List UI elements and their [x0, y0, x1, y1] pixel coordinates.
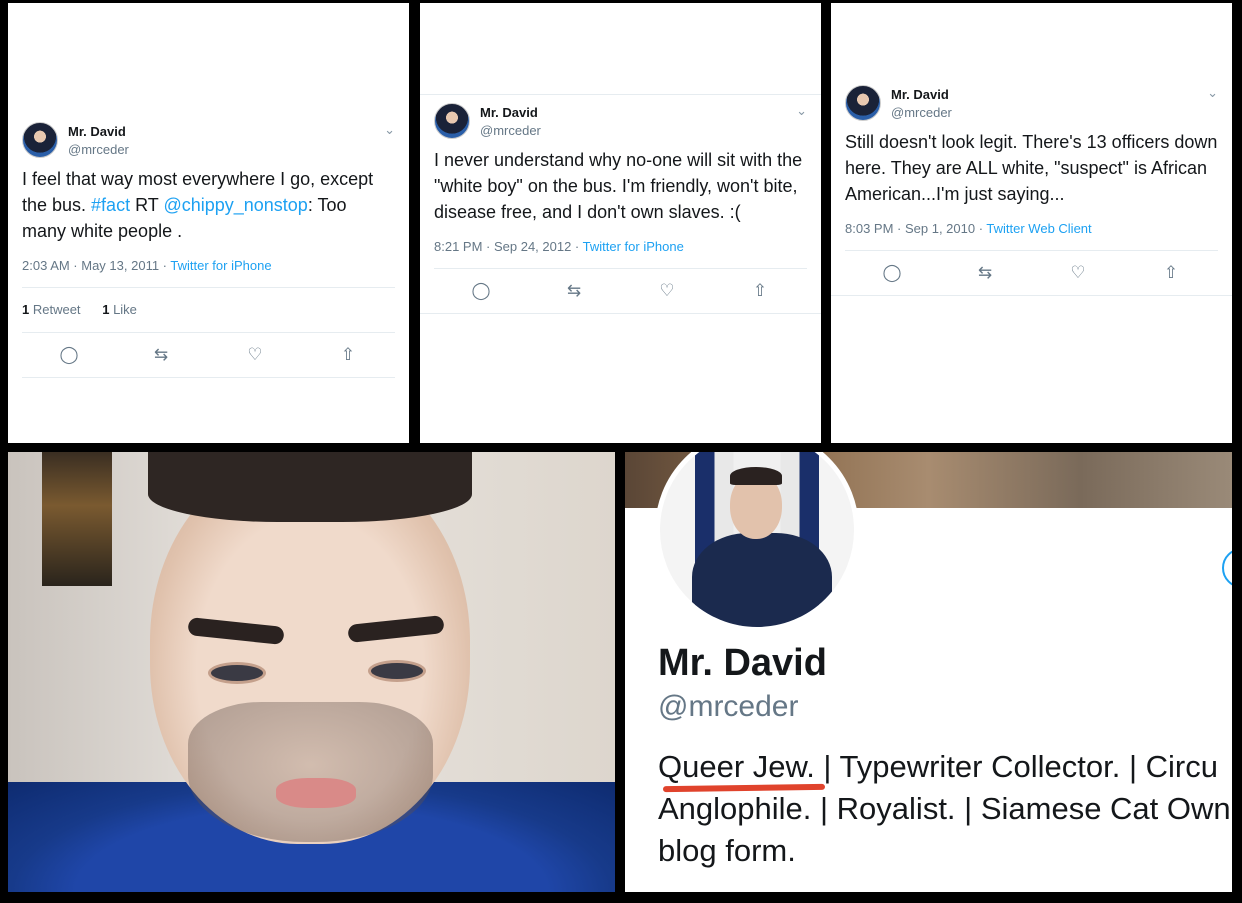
retweet-count-label: Retweet [29, 302, 81, 317]
tweet-header: Mr. David @mrceder ⌄ [8, 122, 409, 166]
avatar[interactable] [434, 103, 470, 139]
retweet-count[interactable]: 1 Retweet [22, 302, 81, 317]
bio-line: Anglophile. | Royalist. | Siamese Cat Ow… [658, 791, 1231, 826]
share-icon[interactable]: ⇧ [1160, 263, 1182, 283]
display-name[interactable]: Mr. David [891, 87, 949, 102]
divider [420, 313, 821, 314]
tweet-text: Still doesn't look legit. There's 13 off… [845, 132, 1218, 204]
profile-name: Mr. David [658, 642, 827, 684]
tweet-panel-1: Mr. David @mrceder ⌄ I feel that way mos… [8, 3, 409, 443]
hashtag-link[interactable]: #fact [91, 195, 130, 215]
portrait-photo [8, 452, 615, 892]
chevron-down-icon[interactable]: ⌄ [384, 122, 395, 138]
avatar-body [692, 533, 832, 627]
profile-handle: @mrceder [658, 690, 799, 723]
mention-link[interactable]: @chippy_nonstop [163, 195, 307, 215]
follow-button[interactable] [1222, 548, 1232, 588]
tweet-meta: 2:03 AM · May 13, 2011 · Twitter for iPh… [8, 258, 409, 273]
timestamp[interactable]: 8:03 PM · Sep 1, 2010 · [845, 221, 986, 236]
tweet-meta: 8:03 PM · Sep 1, 2010 · Twitter Web Clie… [831, 221, 1232, 236]
retweet-icon[interactable]: ⇆ [563, 281, 585, 301]
tweet-card[interactable]: Mr. David @mrceder ⌄ Still doesn't look … [831, 85, 1232, 296]
share-icon[interactable]: ⇧ [337, 345, 359, 365]
divider [831, 295, 1232, 296]
source-link[interactable]: Twitter for iPhone [583, 239, 684, 254]
display-name[interactable]: Mr. David [480, 105, 538, 120]
share-icon[interactable]: ⇧ [749, 281, 771, 301]
username[interactable]: @mrceder [891, 105, 952, 120]
avatar[interactable] [845, 85, 881, 121]
reply-icon[interactable]: ◯ [470, 281, 492, 301]
tweet-stats: 1 Retweet 1 Like [8, 288, 409, 332]
bio-line: blog form. [658, 833, 796, 868]
like-count-label: Like [109, 302, 137, 317]
reply-icon[interactable]: ◯ [58, 345, 80, 365]
username[interactable]: @mrceder [68, 142, 129, 157]
source-link[interactable]: Twitter for iPhone [170, 258, 271, 273]
retweet-icon[interactable]: ⇆ [150, 345, 172, 365]
stubble [188, 702, 433, 842]
lips [276, 778, 356, 808]
tweet-actions: ◯ ⇆ ♡ ⇧ [420, 269, 821, 313]
like-icon[interactable]: ♡ [1067, 263, 1089, 283]
profile-panel: Mr. David @mrceder Queer Jew. | Typewrit… [625, 452, 1232, 892]
username[interactable]: @mrceder [480, 123, 541, 138]
tweet-panel-2: Mr. David @mrceder ⌄ I never understand … [420, 3, 821, 443]
tweet-actions: ◯ ⇆ ♡ ⇧ [8, 333, 409, 377]
chevron-down-icon[interactable]: ⌄ [796, 103, 807, 119]
avatar-hair [730, 467, 782, 485]
tweet-text: I never understand why no-one will sit w… [434, 150, 803, 222]
tweet-text-part: RT [130, 195, 164, 215]
like-icon[interactable]: ♡ [244, 345, 266, 365]
profile-bio: Queer Jew. | Typewriter Collector. | Cir… [658, 746, 1232, 872]
left-eye [208, 662, 266, 684]
reply-icon[interactable]: ◯ [881, 263, 903, 283]
retweet-icon[interactable]: ⇆ [974, 263, 996, 283]
chevron-down-icon[interactable]: ⌄ [1207, 85, 1218, 101]
divider [420, 94, 821, 95]
right-eye [368, 660, 426, 682]
tweet-header: Mr. David @mrceder ⌄ [420, 103, 821, 147]
wall-frame [42, 452, 112, 586]
avatar[interactable] [22, 122, 58, 158]
hair [148, 452, 472, 522]
like-icon[interactable]: ♡ [656, 281, 678, 301]
display-name[interactable]: Mr. David [68, 124, 126, 139]
tweet-text: I feel that way most everywhere I go, ex… [8, 166, 409, 244]
timestamp[interactable]: 2:03 AM · May 13, 2011 · [22, 258, 170, 273]
source-link[interactable]: Twitter Web Client [986, 221, 1091, 236]
tweet-card[interactable]: Mr. David @mrceder ⌄ I never understand … [420, 103, 821, 314]
tweet-meta: 8:21 PM · Sep 24, 2012 · Twitter for iPh… [420, 239, 821, 254]
tweet-card[interactable]: Mr. David @mrceder ⌄ I feel that way mos… [8, 122, 409, 378]
timestamp[interactable]: 8:21 PM · Sep 24, 2012 · [434, 239, 583, 254]
tweet-actions: ◯ ⇆ ♡ ⇧ [831, 251, 1232, 295]
bio-line: Queer Jew. | Typewriter Collector. | Cir… [658, 749, 1218, 784]
profile-avatar[interactable] [655, 452, 859, 632]
tweet-header: Mr. David @mrceder ⌄ [831, 85, 1232, 129]
like-count[interactable]: 1 Like [102, 302, 137, 317]
divider [22, 377, 395, 378]
tweet-panel-3: Mr. David @mrceder ⌄ Still doesn't look … [831, 3, 1232, 443]
